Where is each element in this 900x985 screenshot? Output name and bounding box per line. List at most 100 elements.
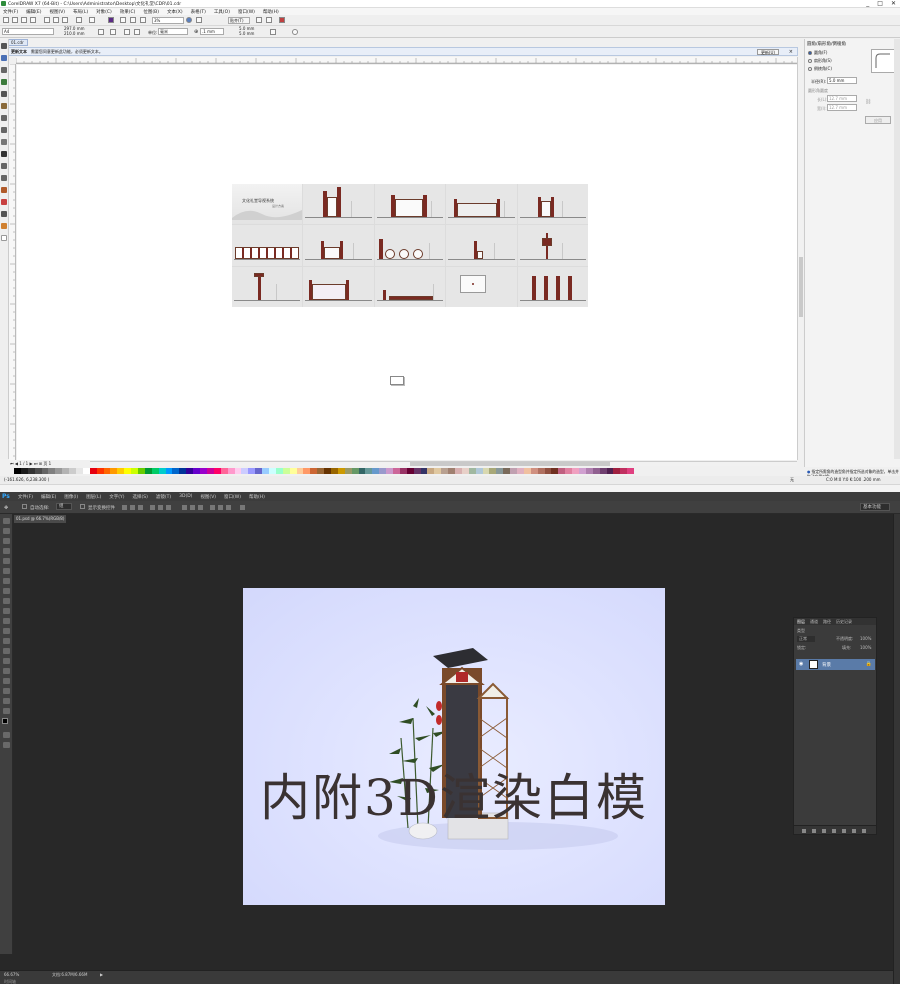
stray-rectangle-object[interactable] <box>390 376 404 385</box>
ps-eyedropper-tool-icon[interactable] <box>3 568 10 574</box>
eyedropper-tool-icon[interactable] <box>1 199 7 205</box>
zoom-readout[interactable]: 66.67% <box>4 972 19 977</box>
palette-swatch[interactable] <box>234 468 242 474</box>
palette-swatch[interactable] <box>413 468 421 474</box>
layer-row-background[interactable]: ◉ 背景 🔒 <box>796 659 875 670</box>
scallop-radio[interactable]: 扇形角(S) <box>808 58 832 64</box>
radius-field[interactable]: 5.0 mm <box>827 77 857 84</box>
palette-swatch[interactable] <box>379 468 387 474</box>
auto-select-dropdown[interactable]: 组 <box>56 503 72 510</box>
palette-swatch[interactable] <box>186 468 194 474</box>
ps-menu-file[interactable]: 文件(F) <box>18 494 33 500</box>
treat-as-filled-icon[interactable] <box>270 29 276 35</box>
pick-tool-icon[interactable] <box>1 43 7 49</box>
dodge-tool-icon[interactable] <box>3 648 10 654</box>
palette-swatch[interactable] <box>448 468 455 474</box>
palette-swatch[interactable] <box>289 468 297 474</box>
ps-menu-view[interactable]: 视图(V) <box>200 494 216 500</box>
kind-filter-label[interactable]: 类型 <box>797 628 805 634</box>
export-icon[interactable] <box>130 17 136 23</box>
chamfer-radio[interactable]: 倒棱角(C) <box>808 66 832 72</box>
palette-swatch[interactable] <box>310 468 318 474</box>
palette-swatch[interactable] <box>96 468 104 474</box>
palette-swatch[interactable] <box>510 468 518 474</box>
add-tool-icon[interactable] <box>1 235 7 241</box>
palette-swatch[interactable] <box>165 468 173 474</box>
ps-menu-help[interactable]: 帮助(H) <box>249 494 265 500</box>
palette-swatch[interactable] <box>275 468 283 474</box>
palette-swatch[interactable] <box>406 468 414 474</box>
healing-brush-tool-icon[interactable] <box>3 578 10 584</box>
shape-rect-tool-icon[interactable] <box>3 688 10 694</box>
ps-menu-image[interactable]: 图像(I) <box>64 494 78 500</box>
blend-mode-dropdown[interactable]: 正常 <box>797 636 815 642</box>
palette-swatch[interactable] <box>62 468 70 474</box>
thumbnail-sign-tower[interactable] <box>303 184 374 225</box>
menu-help[interactable]: 帮助(H) <box>263 9 279 15</box>
ellipse-tool-icon[interactable] <box>1 127 7 133</box>
show-rulers-icon[interactable] <box>196 17 202 23</box>
units-dropdown[interactable]: 毫米 <box>158 28 188 35</box>
foreground-color-swatch[interactable] <box>2 718 8 724</box>
palette-swatch[interactable] <box>55 468 63 474</box>
palette-swatch[interactable] <box>227 468 235 474</box>
palette-swatch[interactable] <box>303 468 311 474</box>
search-content-icon[interactable] <box>108 17 114 23</box>
undo-icon[interactable] <box>76 17 82 23</box>
timeline-tab[interactable]: 时间轴 <box>4 979 16 985</box>
page-size-dropdown[interactable]: A4 <box>2 28 54 35</box>
palette-swatch[interactable] <box>110 468 118 474</box>
ps-crop-tool-icon[interactable] <box>3 558 10 564</box>
palette-swatch[interactable] <box>523 468 531 474</box>
ps-menu-window[interactable]: 窗口(W) <box>224 494 241 500</box>
palette-swatch[interactable] <box>489 468 497 474</box>
menu-effects[interactable]: 效果(C) <box>120 9 136 15</box>
landscape-icon[interactable] <box>110 29 116 35</box>
palette-swatch[interactable] <box>82 468 90 474</box>
palette-swatch[interactable] <box>268 468 276 474</box>
palette-swatch[interactable] <box>158 468 166 474</box>
rendered-image-canvas[interactable]: 内附3D渲染白模 <box>243 588 665 905</box>
menu-tools[interactable]: 工具(O) <box>214 9 230 15</box>
layers-tab[interactable]: 图层 <box>797 619 805 625</box>
zoom-tool-icon[interactable] <box>1 79 7 85</box>
redo-icon[interactable] <box>89 17 95 23</box>
palette-swatch[interactable] <box>172 468 180 474</box>
crop-tool-icon[interactable] <box>1 67 7 73</box>
palette-swatch[interactable] <box>255 468 263 474</box>
menu-bitmaps[interactable]: 位图(B) <box>143 9 159 15</box>
update-button[interactable]: 更新(U) <box>756 49 779 55</box>
palette-swatch[interactable] <box>565 468 573 474</box>
palette-swatch[interactable] <box>392 468 400 474</box>
palette-swatch[interactable] <box>213 468 221 474</box>
palette-swatch[interactable] <box>151 468 159 474</box>
current-page-icon[interactable] <box>134 29 140 35</box>
palette-swatch[interactable] <box>144 468 152 474</box>
copy-icon[interactable] <box>53 17 59 23</box>
snap-to-dropdown[interactable]: 贴齐(T) <box>228 17 250 24</box>
rectangle-tool-icon[interactable] <box>1 115 7 121</box>
thumbnail-board[interactable] <box>303 266 374 307</box>
duplicate-y-field[interactable]: 5.0 mm <box>238 31 262 37</box>
palette-swatch[interactable] <box>14 468 21 474</box>
palette-swatch[interactable] <box>544 468 552 474</box>
brush-tool-icon[interactable] <box>3 588 10 594</box>
palette-swatch[interactable] <box>455 468 462 474</box>
screen-mode-icon[interactable] <box>3 742 10 748</box>
first-page-icon[interactable]: ⏮ <box>10 461 14 466</box>
hand-tool-icon[interactable] <box>3 698 10 704</box>
thumbnail-plaque[interactable] <box>446 266 517 307</box>
horizontal-scrollbar[interactable] <box>90 461 797 466</box>
vertical-ruler[interactable] <box>9 64 16 460</box>
palette-swatch[interactable] <box>399 468 407 474</box>
ps-menu-type[interactable]: 文字(Y) <box>109 494 124 500</box>
ps-menu-select[interactable]: 选择(S) <box>132 494 147 500</box>
info-bar-close-icon[interactable]: × <box>789 49 793 55</box>
apply-button[interactable]: 应用 <box>865 116 891 124</box>
smart-fill-tool-icon[interactable] <box>1 223 7 229</box>
palette-swatch[interactable] <box>475 468 483 474</box>
eraser-tool-icon[interactable] <box>3 618 10 624</box>
palette-swatch[interactable] <box>503 468 511 474</box>
menu-object[interactable]: 对象(C) <box>96 9 112 15</box>
docker-tabs-strip[interactable] <box>894 39 900 459</box>
